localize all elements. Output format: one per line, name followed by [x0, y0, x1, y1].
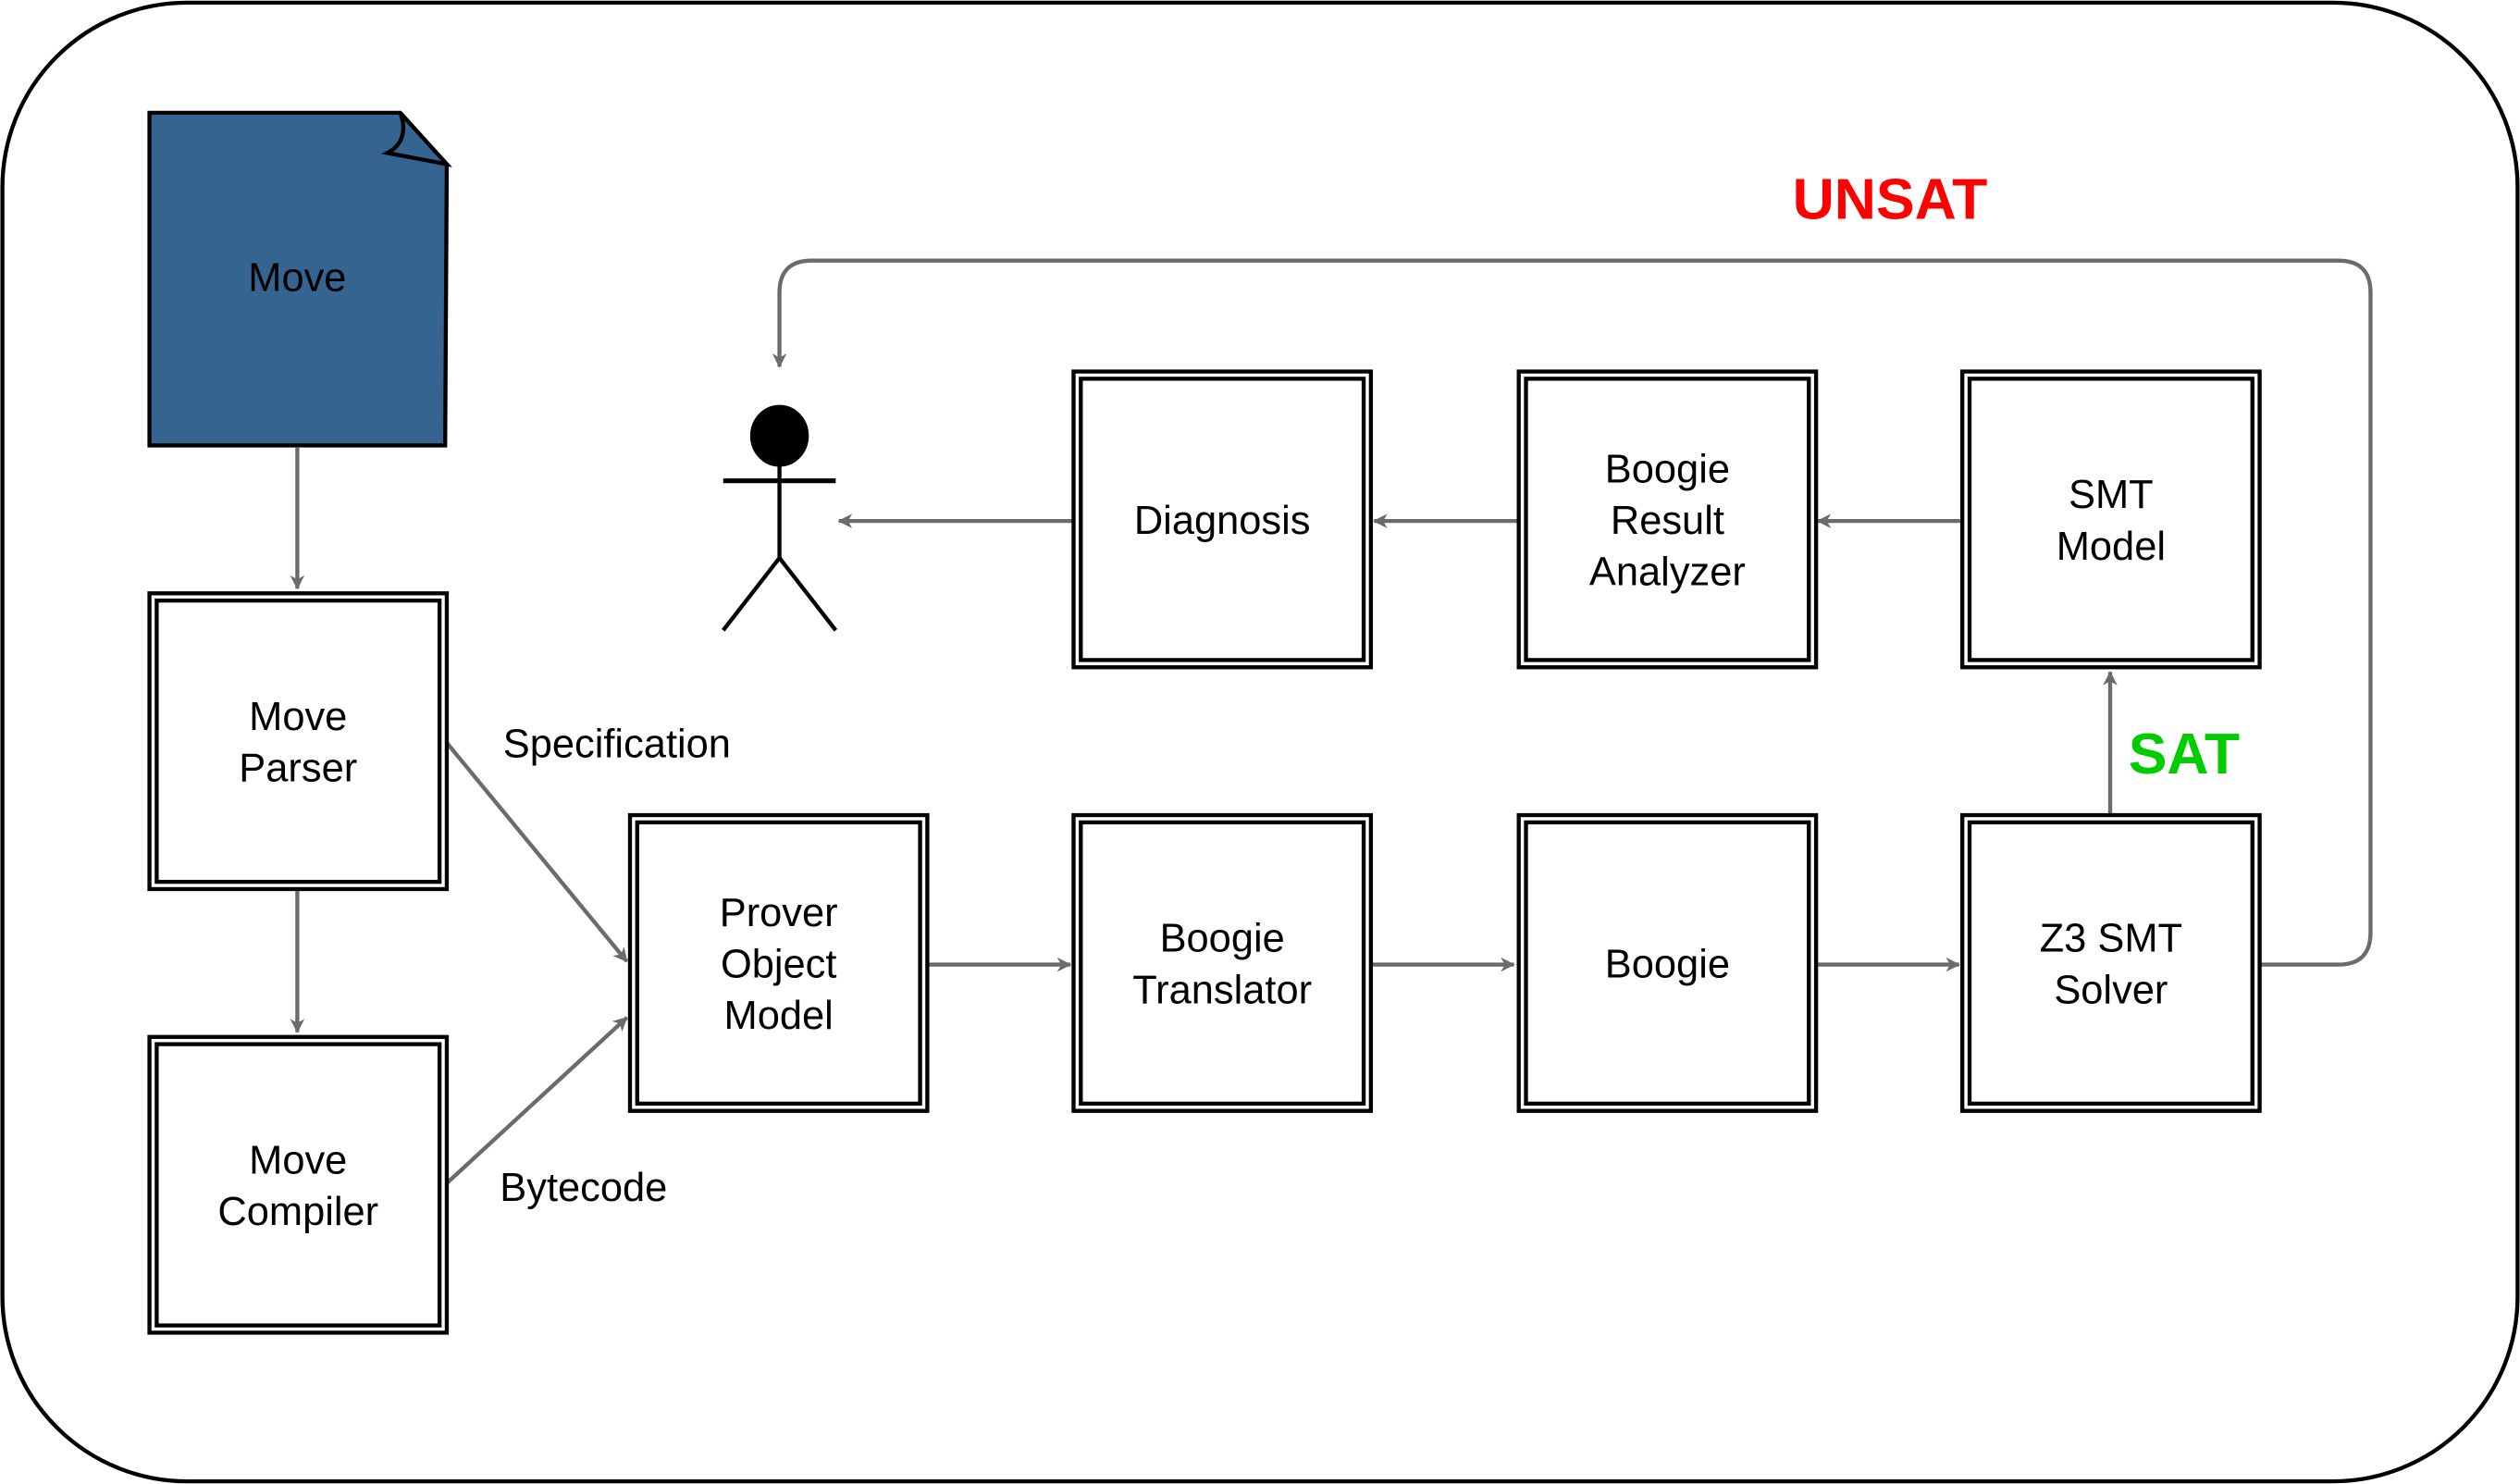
node-border: [1071, 812, 1374, 1113]
node-label-line: Solver: [2054, 968, 2168, 1012]
node-label-line: Analyzer: [1589, 550, 1746, 595]
node-label-line: Move: [249, 1138, 347, 1182]
bytecode-label: Bytecode: [500, 1166, 667, 1210]
actor-head: [749, 404, 809, 467]
node-label-line: Diagnosis: [1134, 499, 1311, 543]
node-move-compiler[interactable]: Move Compiler: [147, 1034, 450, 1335]
node-label-line: Model: [2057, 525, 2166, 569]
node-diagnosis[interactable]: Diagnosis: [1071, 369, 1374, 670]
specification-label: Specification: [503, 723, 731, 767]
node-border: [147, 1034, 450, 1335]
sat-label: SAT: [2129, 722, 2240, 786]
node-label-line: Move: [249, 695, 347, 739]
node-label-line: Compiler: [217, 1190, 378, 1234]
node-boogie-result-analyzer[interactable]: Boogie Result Analyzer: [1516, 369, 1819, 670]
node-z3-smt-solver[interactable]: Z3 SMT Solver: [1960, 812, 2262, 1113]
node-border: [1960, 812, 2262, 1113]
node-label-line: SMT: [2069, 473, 2154, 517]
node-label-line: Z3 SMT: [2040, 917, 2182, 961]
node-label-line: Boogie: [1605, 943, 1730, 987]
unsat-label: UNSAT: [1793, 167, 1988, 232]
node-border: [1960, 369, 2262, 670]
move-source-document[interactable]: Move: [147, 110, 452, 448]
node-move-parser[interactable]: Move Parser: [147, 591, 450, 892]
node-prover-object-model[interactable]: Prover Object Model: [627, 812, 930, 1113]
node-border: [147, 591, 450, 892]
node-label-line: Result: [1611, 499, 1724, 543]
node-label-line: Boogie: [1160, 917, 1285, 961]
node-boogie-translator[interactable]: Boogie Translator: [1071, 812, 1374, 1113]
node-smt-model[interactable]: SMT Model: [1960, 369, 2262, 670]
node-label-line: Translator: [1132, 968, 1312, 1012]
move-source-label: Move: [248, 256, 346, 301]
node-boogie[interactable]: Boogie: [1516, 812, 1819, 1113]
diagram-canvas: Move Move Parser Move Compiler Prover Object M…: [0, 0, 2520, 1484]
node-label-line: Prover: [720, 891, 838, 935]
node-label-line: Object: [721, 943, 837, 987]
node-label-line: Boogie: [1605, 447, 1730, 491]
node-label-line: Parser: [239, 747, 357, 791]
node-label-line: Model: [724, 994, 834, 1038]
